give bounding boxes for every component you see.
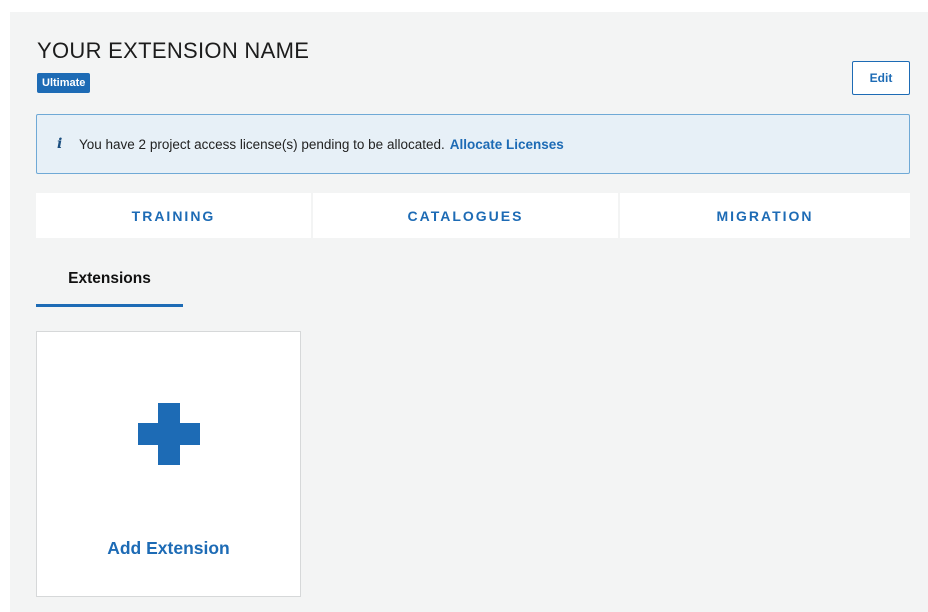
info-message: You have 2 project access license(s) pen… — [79, 136, 445, 152]
top-tabs: TRAINING CATALOGUES MIGRATION — [36, 193, 910, 238]
tab-training[interactable]: TRAINING — [36, 193, 311, 238]
plan-badge: Ultimate — [37, 73, 91, 93]
page-title: YOUR EXTENSION NAME — [37, 38, 310, 63]
tab-catalogues[interactable]: CATALOGUES — [313, 193, 618, 238]
add-extension-card[interactable]: Add Extension — [36, 331, 301, 597]
allocate-licenses-link[interactable]: Allocate Licenses — [450, 137, 564, 152]
main-panel: YOUR EXTENSION NAME Ultimate Edit i You … — [10, 12, 928, 612]
info-banner: i You have 2 project access license(s) p… — [36, 114, 910, 174]
edit-button[interactable]: Edit — [852, 61, 910, 95]
plus-icon-horizontal — [138, 423, 200, 445]
tab-extensions[interactable]: Extensions — [36, 270, 183, 307]
add-extension-label: Add Extension — [107, 538, 230, 558]
info-icon: i — [57, 136, 63, 152]
tab-migration[interactable]: MIGRATION — [620, 193, 910, 238]
